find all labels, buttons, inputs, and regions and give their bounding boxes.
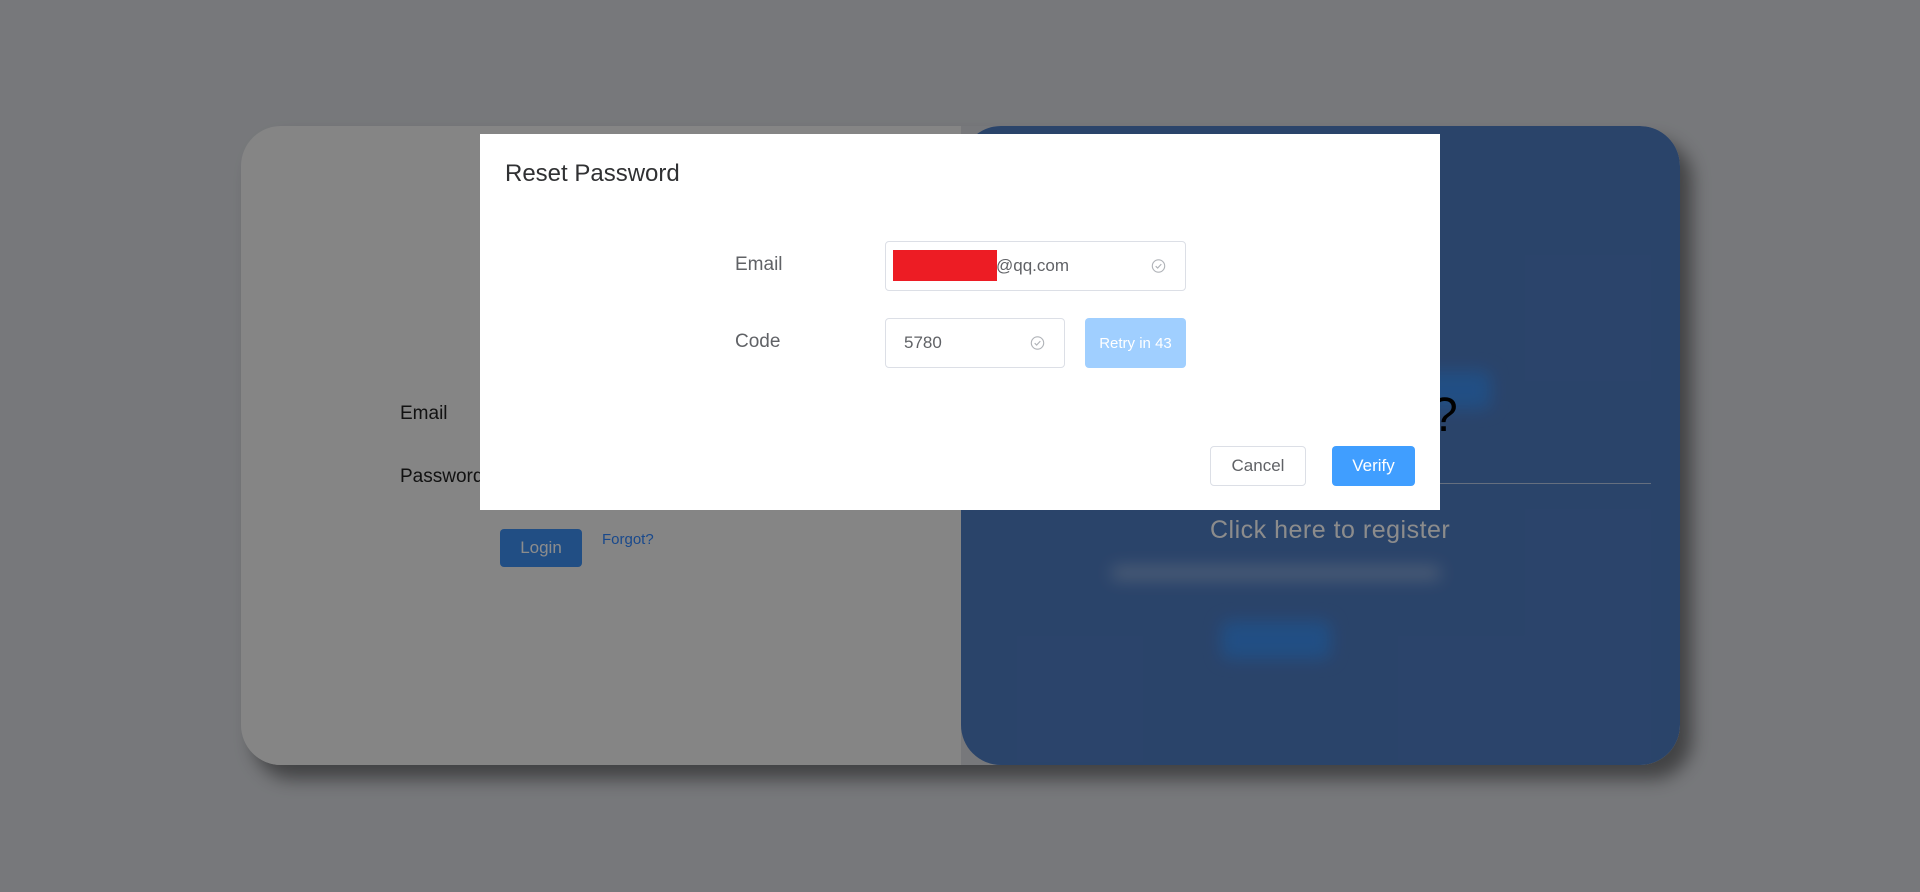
circle-check-icon	[1151, 259, 1166, 273]
dialog-title: Reset Password	[505, 160, 680, 187]
circle-check-icon	[1030, 336, 1045, 350]
retry-send-code-button[interactable]: Retry in 43	[1085, 318, 1186, 368]
redacted-block	[893, 250, 997, 281]
code-value: 5780	[904, 333, 942, 352]
code-label: Code	[735, 331, 781, 352]
code-field[interactable]: 5780	[885, 318, 1065, 368]
email-label: Email	[735, 254, 783, 275]
verify-button[interactable]: Verify	[1332, 446, 1415, 486]
email-value: @qq.com	[996, 256, 1070, 275]
reset-password-dialog: Reset Password Email @qq.com Code 5780 R…	[480, 134, 1440, 510]
cancel-button[interactable]: Cancel	[1210, 446, 1306, 486]
email-field[interactable]: @qq.com	[885, 241, 1186, 291]
